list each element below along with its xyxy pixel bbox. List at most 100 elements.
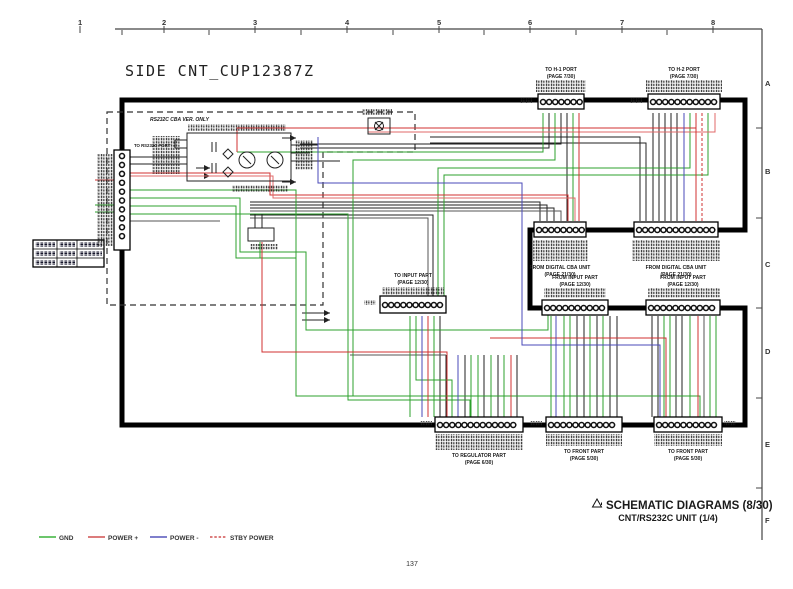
micro-label <box>295 140 313 170</box>
connector-input1: FROM INPUT PART (PAGE 12/30) <box>542 275 608 315</box>
right-ruler: A B C D E F <box>756 29 771 540</box>
connector-ref <box>420 421 432 426</box>
wire-legend: GND POWER + POWER - STBY POWER <box>39 535 274 542</box>
wire <box>368 113 715 132</box>
ruler-col-label: 6 <box>528 18 532 27</box>
connector-ref <box>364 300 376 305</box>
connector-page: (PAGE 12/30) <box>559 282 590 288</box>
connector-page: (PAGE 5/30) <box>674 456 703 462</box>
micro-label <box>250 244 278 250</box>
gnd-wires <box>95 113 716 417</box>
micro-label <box>232 185 288 192</box>
connector-page: (PAGE 6/30) <box>465 460 494 466</box>
wire <box>430 143 646 221</box>
connector-ref <box>630 98 642 103</box>
micro-label <box>188 124 286 131</box>
schematic-canvas: 1 2 3 4 5 6 7 8 A B C D E F SIDE CNT_CUP… <box>0 0 793 589</box>
ruler-row-label: E <box>765 440 770 449</box>
legend-label: STBY POWER <box>230 535 274 542</box>
pin-labels <box>544 288 606 298</box>
connector-page: (PAGE 7/30) <box>670 74 699 80</box>
connector-label: TO FRONT PART <box>564 449 604 455</box>
connector-ref <box>530 421 542 426</box>
rs232c-components <box>152 109 392 250</box>
connector-mid1: FROM DIGITAL CBA UNIT (PAGE 21/30) <box>530 222 591 278</box>
ruler-row-label: D <box>765 347 771 356</box>
revision-table <box>33 240 104 267</box>
wire <box>318 137 660 417</box>
pin-labels <box>654 434 722 446</box>
schematic-page: 1 2 3 4 5 6 7 8 A B C D E F SIDE CNT_CUP… <box>0 0 793 589</box>
pin-labels <box>382 287 444 295</box>
connector-page: (PAGE 12/30) <box>397 280 428 286</box>
connector-label: TO INPUT PART <box>394 273 432 279</box>
transistor-detail <box>243 156 279 164</box>
connector-input2: FROM INPUT PART (PAGE 12/30) <box>646 275 720 315</box>
table-cell <box>35 242 55 247</box>
signal-wires <box>130 113 704 417</box>
pin-labels <box>632 240 720 261</box>
connector-page: (PAGE 12/30) <box>667 282 698 288</box>
ruler-row-label: A <box>765 79 771 88</box>
table-cell <box>35 260 55 265</box>
ruler-col-label: 5 <box>437 18 441 27</box>
connector-page: (PAGE 7/30) <box>547 74 576 80</box>
micro-label <box>362 109 392 115</box>
diagram-title: SCHEMATIC DIAGRAMS (8/30) <box>606 500 773 512</box>
warning-icon <box>593 499 602 507</box>
connector-label: TO H-2 PORT <box>668 67 700 73</box>
wire <box>471 355 504 417</box>
table-cell <box>59 251 75 256</box>
ruler-row-label: C <box>765 260 771 269</box>
option-note: RS232C CBA VER. ONLY <box>150 117 210 123</box>
ruler-col-label: 4 <box>345 18 350 27</box>
ruler-col-label: 7 <box>620 18 624 27</box>
connector-label: TO RS232C PORT <box>134 143 171 148</box>
connector-bottom1: TO REGULATOR PART (PAGE 6/30) <box>420 417 523 466</box>
wire <box>250 211 561 221</box>
ruler-ticks <box>756 128 762 488</box>
pin-labels <box>532 240 588 261</box>
power-minus-wires <box>318 113 684 417</box>
connector-board: TO INPUT PART (PAGE 12/30) <box>364 273 446 313</box>
legend-label: GND <box>59 535 74 542</box>
diode-symbol <box>223 149 233 159</box>
ruler-col-label: 1 <box>78 18 82 27</box>
ruler-col-label: 2 <box>162 18 166 27</box>
connector-label: FROM INPUT PART <box>660 275 706 281</box>
top-ruler: 1 2 3 4 5 6 7 8 <box>78 18 762 35</box>
connector-label: FROM DIGITAL CBA UNIT <box>530 265 591 271</box>
pin-labels <box>646 80 722 92</box>
connector-ref <box>520 98 532 103</box>
micro-label <box>152 136 180 174</box>
connector-ref <box>724 421 736 426</box>
ic-symbol <box>187 133 291 181</box>
page-number: 137 <box>406 561 418 568</box>
wire <box>490 338 666 417</box>
connector-page: (PAGE 5/30) <box>570 456 599 462</box>
page-title: SIDE CNT_CUP12387Z <box>125 62 315 80</box>
wire <box>353 113 555 396</box>
ruler-row-label: F <box>765 516 770 525</box>
connector-label: FROM INPUT PART <box>552 275 598 281</box>
wire <box>130 214 470 417</box>
unit-title: CNT/RS232C UNIT (1/4) <box>618 513 718 523</box>
ruler-row-label: B <box>765 167 771 176</box>
component-leads <box>255 214 262 228</box>
relay-detail <box>375 122 383 130</box>
ruler-col-label: 8 <box>711 18 715 27</box>
ruler-col-label: 3 <box>253 18 257 27</box>
power-plus-wires <box>95 113 715 417</box>
connector-mid2: FROM DIGITAL CBA UNIT (PAGE 21/30) <box>632 222 720 278</box>
ruler-ticks <box>80 26 713 35</box>
table-cell <box>59 242 75 247</box>
regulator-symbol <box>248 228 274 241</box>
connector-label: TO REGULATOR PART <box>452 453 506 459</box>
legend-label: POWER + <box>108 535 138 542</box>
table-cell <box>35 251 55 256</box>
pin-labels <box>435 434 523 450</box>
footer: SCHEMATIC DIAGRAMS (8/30) CNT/RS232C UNI… <box>406 499 773 568</box>
legend-label: POWER - <box>170 535 199 542</box>
pin-labels <box>97 154 113 246</box>
table-cell <box>79 251 102 256</box>
